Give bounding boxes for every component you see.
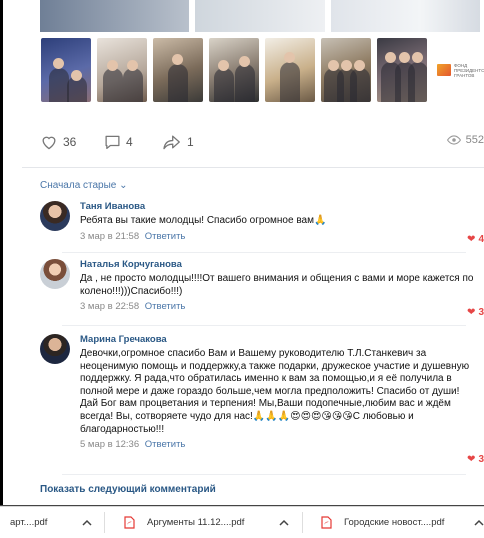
reply-button[interactable]: Ответить xyxy=(145,231,186,242)
comment-like-count: 3 xyxy=(478,307,484,318)
download-item[interactable]: Аргументы 11.12....pdf xyxy=(124,507,244,538)
views-counter: 552 xyxy=(446,134,484,146)
comment-button[interactable]: 4 xyxy=(104,134,133,150)
fund-logo-text: ФОНД ПРЕЗИДЕНТСКИХ ГРАНТОВ xyxy=(454,62,484,78)
chevron-up-icon xyxy=(82,519,92,526)
download-filename: Городские новост....pdf xyxy=(344,517,445,528)
download-filename: арт....pdf xyxy=(10,517,48,528)
eye-icon xyxy=(446,135,461,145)
pdf-file-icon xyxy=(124,516,135,529)
comment-date[interactable]: 3 мар в 22:58 xyxy=(80,301,139,312)
comment-text: Девочки,огромное спасибо Вам и Вашему ру… xyxy=(80,348,470,435)
sort-label: Сначала старые xyxy=(40,180,117,191)
gallery-photo[interactable] xyxy=(377,38,427,102)
avatar[interactable] xyxy=(40,334,70,364)
download-options-button[interactable] xyxy=(474,507,484,538)
downloads-bar: арт....pdf Аргументы 11.12....pdf Городс… xyxy=(0,506,484,538)
comment-icon xyxy=(105,135,120,150)
comment-separator xyxy=(62,474,466,475)
avatar[interactable] xyxy=(40,201,70,231)
comment-count: 4 xyxy=(126,135,133,149)
comment-like-count: 4 xyxy=(478,234,484,245)
comment-author[interactable]: Таня Иванова xyxy=(80,201,480,213)
heart-outline-icon xyxy=(42,136,56,150)
comment-like-button[interactable]: ❤ 3 xyxy=(467,307,484,318)
reply-button[interactable]: Ответить xyxy=(145,301,186,312)
gallery-photo[interactable] xyxy=(153,38,203,102)
comment-author[interactable]: Наталья Корчуганова xyxy=(80,259,480,271)
comment-like-count: 3 xyxy=(478,454,484,465)
gallery-photo[interactable] xyxy=(321,38,371,102)
window-frame-left xyxy=(0,0,3,506)
gallery-photo[interactable] xyxy=(41,38,91,102)
comment-author[interactable]: Марина Гречакова xyxy=(80,334,480,346)
gallery-photo[interactable] xyxy=(97,38,147,102)
avatar[interactable] xyxy=(40,259,70,289)
download-separator xyxy=(302,512,303,533)
post-content: ФОНД ПРЕЗИДЕНТСКИХ ГРАНТОВ 36 4 1 xyxy=(22,0,484,505)
post-image[interactable] xyxy=(40,0,190,32)
heart-icon: ❤ xyxy=(467,307,476,318)
post-actions-bar: 36 4 1 552 xyxy=(40,132,484,152)
download-options-button[interactable] xyxy=(279,507,289,538)
heart-icon: ❤ xyxy=(467,454,476,465)
comment-like-button[interactable]: ❤ 4 xyxy=(467,234,484,245)
gallery-photo[interactable] xyxy=(209,38,259,102)
show-next-comment-link[interactable]: Показать следующий комментарий xyxy=(40,484,216,495)
comment-sort-dropdown[interactable]: Сначала старые ⌄ xyxy=(40,180,128,191)
share-button[interactable]: 1 xyxy=(162,134,194,150)
post-image[interactable] xyxy=(195,0,325,32)
chevron-down-icon: ⌄ xyxy=(119,180,128,191)
like-button[interactable]: 36 xyxy=(40,134,76,150)
post-image[interactable] xyxy=(330,0,480,32)
comment-date[interactable]: 3 мар в 21:58 xyxy=(80,231,139,242)
like-count: 36 xyxy=(63,135,77,149)
photo-gallery: ФОНД ПРЕЗИДЕНТСКИХ ГРАНТОВ xyxy=(41,38,484,102)
download-item[interactable]: Городские новост....pdf xyxy=(321,507,444,538)
gallery-photo[interactable] xyxy=(265,38,315,102)
comment-like-button[interactable]: ❤ 3 xyxy=(467,454,484,465)
comment-text: Да , не просто молодцы!!!!От вашего вним… xyxy=(80,273,474,297)
download-filename: Аргументы 11.12....pdf xyxy=(147,517,245,528)
chevron-up-icon xyxy=(279,519,289,526)
post-top-image-strip[interactable] xyxy=(40,0,480,32)
comment-separator xyxy=(62,252,466,253)
share-count: 1 xyxy=(187,135,194,149)
download-separator xyxy=(104,512,105,533)
download-options-button[interactable] xyxy=(82,507,92,538)
share-icon xyxy=(163,135,180,150)
views-count: 552 xyxy=(465,134,484,146)
divider xyxy=(22,167,484,168)
fund-logo-mark-icon xyxy=(437,64,451,76)
chevron-up-icon xyxy=(474,519,484,526)
reply-button[interactable]: Ответить xyxy=(145,439,186,450)
fund-logo: ФОНД ПРЕЗИДЕНТСКИХ ГРАНТОВ xyxy=(433,38,484,102)
download-item[interactable]: арт....pdf xyxy=(10,507,47,538)
pdf-file-icon xyxy=(321,516,332,529)
heart-icon: ❤ xyxy=(467,234,476,245)
comment-text: Ребята вы такие молодцы! Спасибо огромно… xyxy=(80,215,327,226)
comment-date[interactable]: 5 мар в 12:36 xyxy=(80,439,139,450)
comment-separator xyxy=(62,325,466,326)
